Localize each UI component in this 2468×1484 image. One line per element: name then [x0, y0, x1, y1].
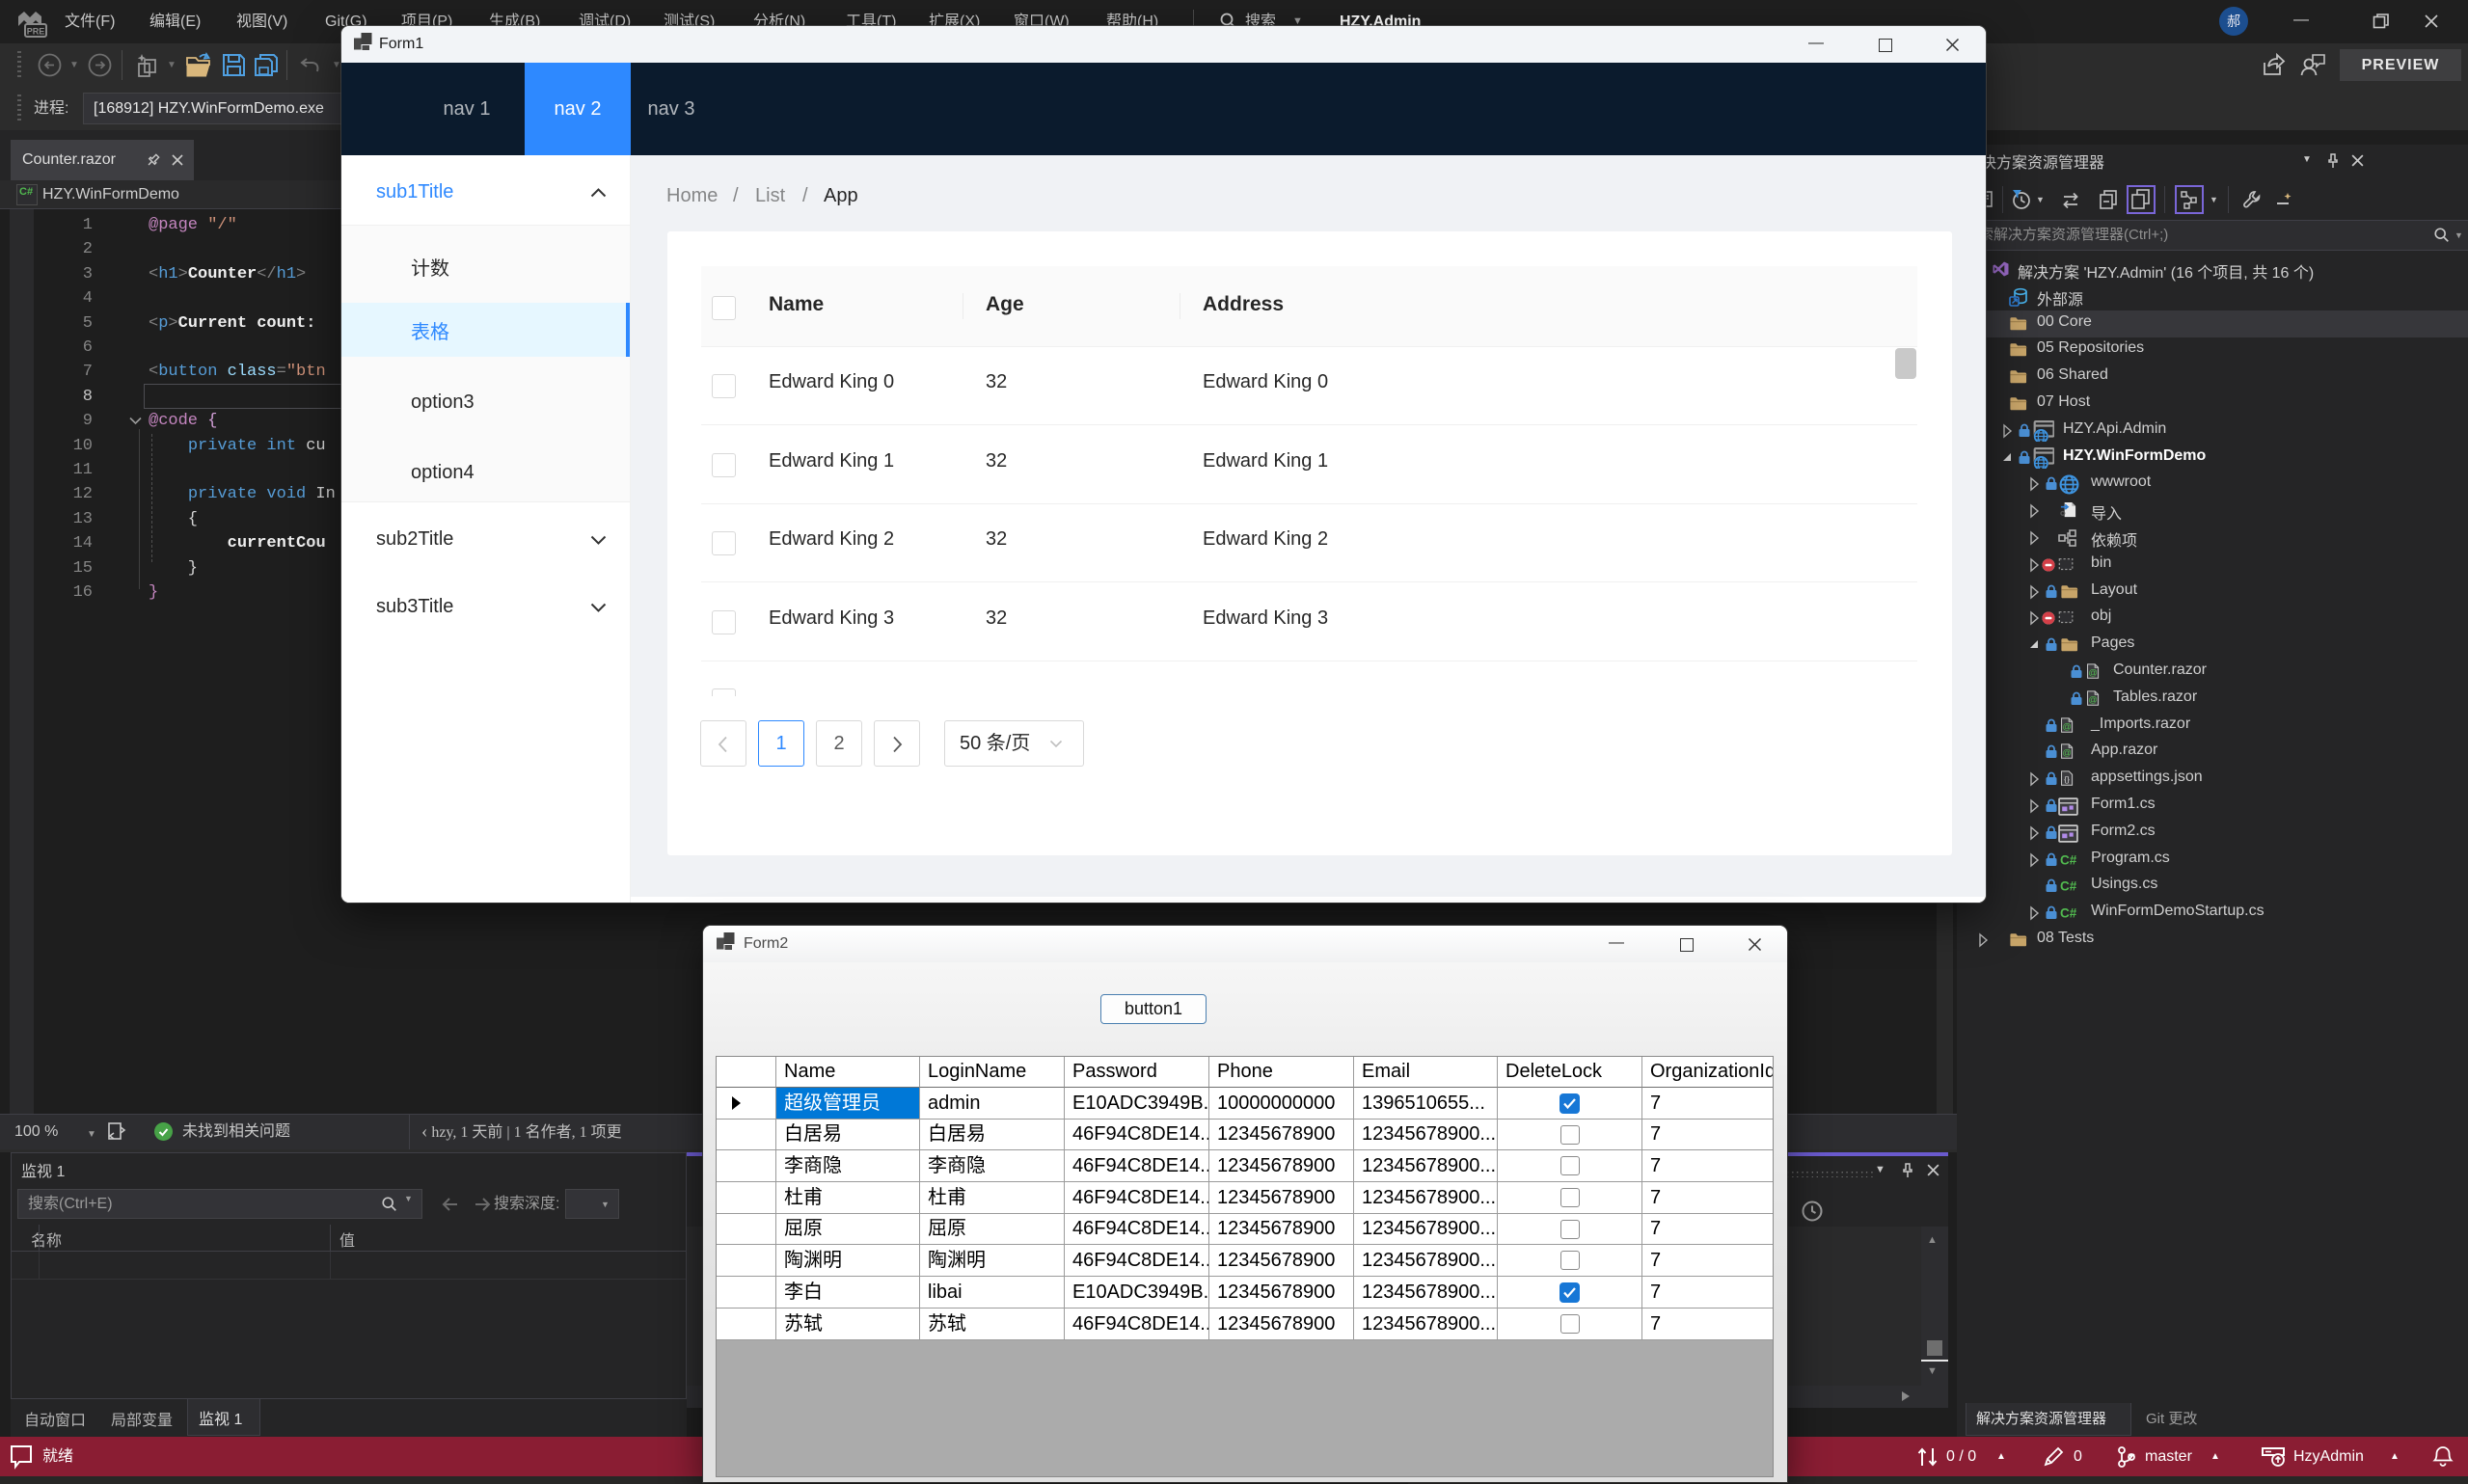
svg-text:PRE: PRE [27, 27, 45, 37]
